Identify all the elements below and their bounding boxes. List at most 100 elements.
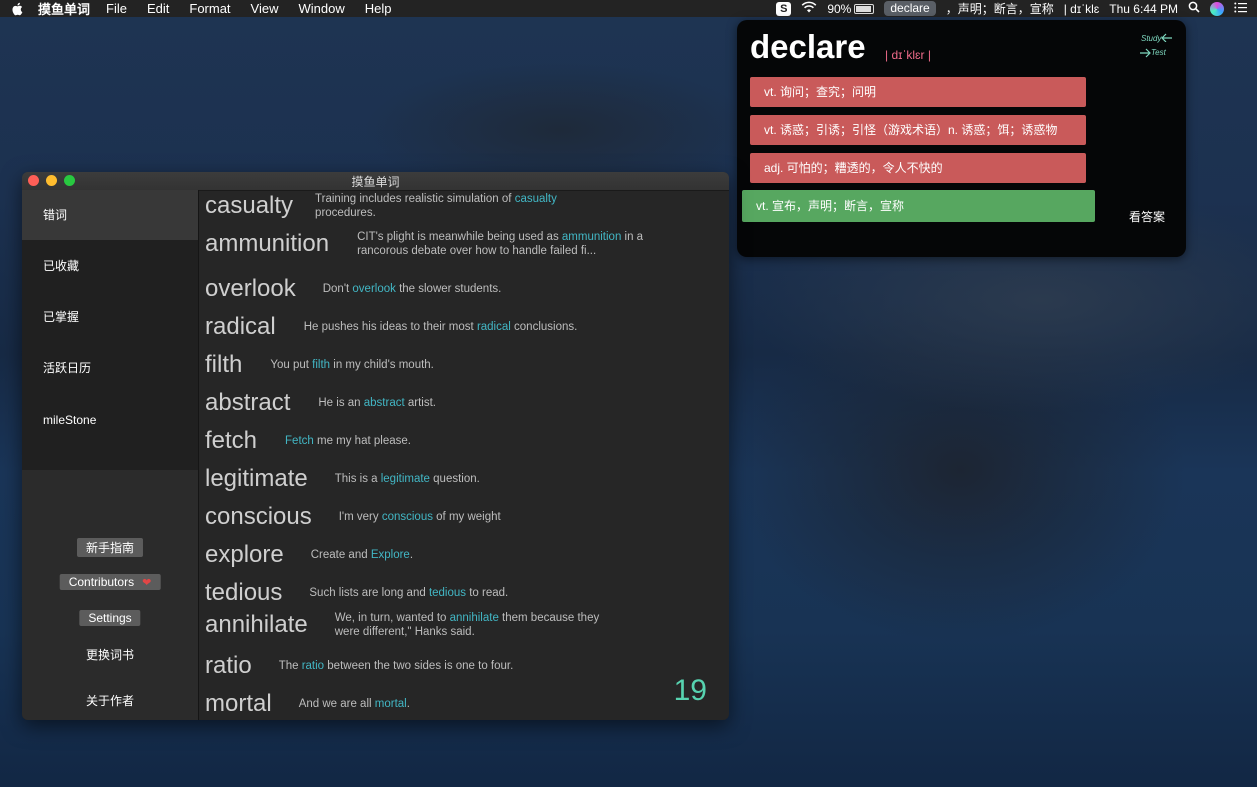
sentence-text: CIT's plight is meanwhile being used as bbox=[357, 231, 562, 243]
sentence-highlight: Fetch bbox=[285, 435, 314, 447]
window-titlebar[interactable]: 摸鱼单词 bbox=[22, 172, 729, 191]
word: conscious bbox=[205, 503, 312, 530]
list-item[interactable]: annihilate We, in turn, wanted to annihil… bbox=[205, 611, 705, 639]
sentence-text: between the two sides is one to four. bbox=[324, 660, 514, 672]
menu-format[interactable]: Format bbox=[189, 1, 230, 16]
battery-percent: 90% bbox=[827, 1, 852, 16]
word: radical bbox=[205, 313, 276, 340]
sentence-highlight: Explore bbox=[370, 549, 410, 561]
about-author-link[interactable]: 关于作者 bbox=[22, 692, 198, 709]
example-sentence: And we are all mortal. bbox=[299, 697, 410, 711]
word: overlook bbox=[205, 275, 296, 302]
sentence-text: to read. bbox=[466, 587, 509, 599]
list-item[interactable]: casualty Training includes realistic simu… bbox=[205, 192, 705, 220]
sentence-text: . bbox=[409, 549, 414, 561]
clock[interactable]: Thu 6:44 PM bbox=[1109, 2, 1178, 16]
answer-option-1[interactable]: vt. 询问；查究；问明 bbox=[750, 77, 1086, 107]
sentence-highlight: filth bbox=[312, 359, 331, 371]
sentence-highlight: abstract bbox=[363, 397, 405, 409]
list-item[interactable]: ammunition CIT's plight is meanwhile bein… bbox=[205, 230, 705, 258]
sentence-highlight: tedious bbox=[428, 587, 467, 599]
example-sentence: This is a legitimate question. bbox=[335, 472, 480, 486]
menu-help[interactable]: Help bbox=[365, 1, 392, 16]
answer-option-4[interactable]: vt. 宣布，声明；断言，宣称 bbox=[742, 190, 1095, 222]
settings-button[interactable]: Settings bbox=[79, 610, 141, 626]
word: filth bbox=[205, 351, 243, 378]
menu-window[interactable]: Window bbox=[299, 1, 345, 16]
sentence-text: in my child's mouth. bbox=[330, 359, 434, 371]
menubar-current-word[interactable]: declare bbox=[884, 1, 936, 16]
example-sentence: He pushes his ideas to their most radica… bbox=[304, 320, 578, 334]
list-item[interactable]: fetch Fetch me my hat please. bbox=[205, 427, 705, 455]
sidebar-item-milestone[interactable]: mileStone bbox=[22, 395, 198, 445]
battery-status[interactable]: 90% bbox=[827, 1, 875, 16]
sidebar-item-calendar[interactable]: 活跃日历 bbox=[22, 343, 198, 393]
wifi-icon[interactable] bbox=[801, 1, 817, 16]
sentence-text: the slower students. bbox=[395, 283, 502, 295]
sentence-text: Training includes realistic simulation o… bbox=[315, 193, 515, 205]
sidebar: 错词 已收藏 已掌握 活跃日历 mileStone 新手指南 Contribut… bbox=[22, 190, 199, 720]
sentence-text: me my hat please. bbox=[313, 435, 411, 447]
sentence-highlight: annihilate bbox=[449, 612, 499, 624]
list-item[interactable]: ratio The ratio between the two sides is … bbox=[205, 652, 705, 680]
control-center-icon[interactable] bbox=[1234, 2, 1247, 16]
list-item[interactable]: legitimate This is a legitimate question. bbox=[205, 465, 705, 493]
list-item[interactable]: filth You put filth in my child's mouth. bbox=[205, 351, 705, 379]
sentence-highlight: ratio bbox=[301, 660, 325, 672]
list-item[interactable]: conscious I'm very conscious of my weight bbox=[205, 503, 705, 531]
sentence-text: We, in turn, wanted to bbox=[334, 612, 450, 624]
sentence-text: artist. bbox=[404, 397, 436, 409]
show-answer-button[interactable]: 看答案 bbox=[1129, 208, 1165, 225]
example-sentence: He is an abstract artist. bbox=[318, 396, 436, 410]
menubar-word-meaning: ，声明；断言，宣称 bbox=[945, 2, 1054, 16]
answer-option-2[interactable]: vt. 诱惑；引诱；引怪（游戏术语）n. 诱惑；饵；诱惑物 bbox=[750, 115, 1086, 145]
word: explore bbox=[205, 541, 284, 568]
study-test-toggle[interactable]: Study Test bbox=[1137, 32, 1175, 62]
menu-app-name[interactable]: 摸鱼单词 bbox=[38, 0, 90, 18]
heart-icon: ❤ bbox=[142, 577, 152, 589]
word-count: 19 bbox=[673, 674, 707, 707]
contributors-label: Contributors bbox=[68, 575, 135, 589]
menubar-phonetic: | dɪˈklɛ bbox=[1063, 1, 1100, 16]
word-list: casualty Training includes realistic simu… bbox=[205, 190, 729, 720]
sentence-highlight: legitimate bbox=[380, 473, 430, 485]
siri-icon[interactable] bbox=[1210, 1, 1224, 16]
spotlight-icon[interactable] bbox=[1188, 1, 1200, 16]
list-item[interactable]: overlook Don't overlook the slower studen… bbox=[205, 275, 705, 303]
example-sentence: We, in turn, wanted to annihilate them b… bbox=[335, 611, 625, 639]
list-item[interactable]: mortal And we are all mortal. bbox=[205, 690, 705, 718]
sidebar-footer: 新手指南 Contributors ❤ Settings 更换词书 关于作者 bbox=[22, 470, 198, 720]
contributors-button[interactable]: Contributors ❤ bbox=[59, 574, 161, 590]
change-book-link[interactable]: 更换词书 bbox=[22, 646, 198, 663]
list-item[interactable]: abstract He is an abstract artist. bbox=[205, 389, 705, 417]
word: casualty bbox=[205, 192, 294, 219]
sentence-highlight: ammunition bbox=[561, 231, 622, 243]
menu-edit[interactable]: Edit bbox=[147, 1, 169, 16]
guide-button[interactable]: 新手指南 bbox=[76, 538, 144, 557]
battery-level-fill bbox=[856, 5, 871, 12]
battery-icon bbox=[854, 3, 875, 14]
sidebar-item-mastered[interactable]: 已掌握 bbox=[22, 292, 198, 342]
menu-view[interactable]: View bbox=[251, 1, 279, 16]
arrow-right-icon bbox=[1140, 48, 1151, 58]
list-item[interactable]: tedious Such lists are long and tedious t… bbox=[205, 579, 705, 607]
list-item[interactable]: radical He pushes his ideas to their most… bbox=[205, 313, 705, 341]
sentence-highlight: conscious bbox=[381, 511, 433, 523]
example-sentence: Create and Explore. bbox=[311, 548, 413, 562]
sentence-highlight: mortal bbox=[374, 698, 407, 710]
sentence-highlight: casualty bbox=[514, 193, 557, 205]
list-item[interactable]: explore Create and Explore. bbox=[205, 541, 705, 569]
example-sentence: I'm very conscious of my weight bbox=[339, 510, 501, 524]
menu-file[interactable]: File bbox=[106, 1, 127, 16]
input-method-icon[interactable]: S bbox=[776, 1, 792, 16]
answer-option-3[interactable]: adj. 可怕的；糟透的，令人不快的 bbox=[750, 153, 1086, 183]
word: tedious bbox=[205, 579, 283, 606]
apple-icon[interactable] bbox=[10, 2, 24, 16]
sidebar-item-wrong-words[interactable]: 错词 bbox=[22, 190, 198, 240]
sidebar-item-favorites[interactable]: 已收藏 bbox=[22, 241, 198, 291]
card-phonetic: | dɪˈklɛr | bbox=[885, 48, 932, 62]
word: ratio bbox=[205, 652, 252, 679]
sentence-text: I'm very bbox=[338, 511, 382, 523]
arrow-left-icon bbox=[1161, 33, 1172, 42]
sentence-text: The bbox=[278, 660, 302, 672]
